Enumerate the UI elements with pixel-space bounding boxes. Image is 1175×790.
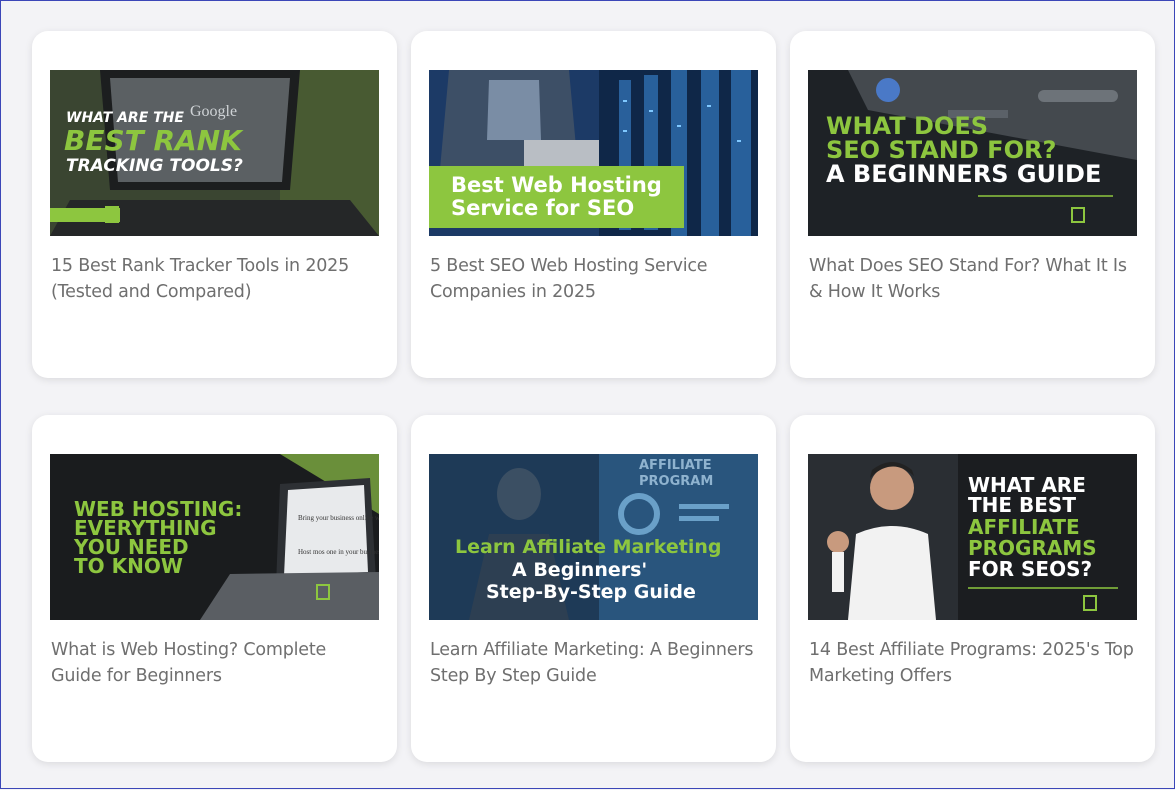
rank-tracker-thumbnail-image: Google WHAT ARE THE BEST RANK TRACKING T… (50, 70, 379, 236)
thumb-heading-line: TO KNOW (74, 554, 183, 578)
article-card[interactable]: WHAT ARE THE BEST AFFILIATE PROGRAMS FOR… (790, 415, 1155, 762)
article-thumbnail[interactable]: Google WHAT ARE THE BEST RANK TRACKING T… (50, 70, 379, 236)
article-card[interactable]: Best Web Hosting Service for SEO 5 Best … (411, 31, 776, 378)
thumb-background-text: AFFILIATE (639, 458, 712, 473)
affiliate-programs-thumbnail-image: WHAT ARE THE BEST AFFILIATE PROGRAMS FOR… (808, 454, 1137, 620)
article-card[interactable]: Google WHAT ARE THE BEST RANK TRACKING T… (32, 31, 397, 378)
article-title[interactable]: 5 Best SEO Web Hosting Service Companies… (430, 253, 760, 305)
thumb-heading-line: THE BEST (968, 493, 1076, 517)
learn-affiliate-marketing-thumbnail-image: AFFILIATE PROGRAM Learn Affiliate Market… (429, 454, 758, 620)
article-thumbnail[interactable]: AFFILIATE PROGRAM Learn Affiliate Market… (429, 454, 758, 620)
thumb-heading-line: Learn Affiliate Marketing (455, 536, 721, 558)
thumb-heading-line: FOR SEOS? (968, 557, 1092, 581)
article-thumbnail[interactable]: WHAT DOES SEO STAND FOR? A BEGINNERS GUI… (808, 70, 1137, 236)
thumb-heading-line: Service for SEO (451, 196, 634, 220)
article-card[interactable]: WHAT DOES SEO STAND FOR? A BEGINNERS GUI… (790, 31, 1155, 378)
article-title[interactable]: Learn Affiliate Marketing: A Beginners S… (430, 637, 760, 689)
seo-stand-for-thumbnail-image: WHAT DOES SEO STAND FOR? A BEGINNERS GUI… (808, 70, 1137, 236)
thumb-screen-text: Host mos one in your business (298, 548, 379, 556)
article-grid: Google WHAT ARE THE BEST RANK TRACKING T… (1, 1, 1175, 790)
article-title[interactable]: What is Web Hosting? Complete Guide for … (51, 637, 381, 689)
article-thumbnail[interactable]: WHAT ARE THE BEST AFFILIATE PROGRAMS FOR… (808, 454, 1137, 620)
article-title[interactable]: 15 Best Rank Tracker Tools in 2025 (Test… (51, 253, 381, 305)
thumb-heading-line: BEST RANK (64, 124, 244, 157)
article-card[interactable]: Bring your business online with a custom… (32, 415, 397, 762)
thumb-heading-line: Step-By-Step Guide (486, 581, 696, 603)
article-title[interactable]: What Does SEO Stand For? What It Is & Ho… (809, 253, 1139, 305)
thumb-heading-line: A BEGINNERS GUIDE (826, 160, 1101, 188)
thumb-background-text: PROGRAM (639, 474, 713, 489)
thumb-heading-line: Best Web Hosting (451, 173, 662, 197)
thumb-logo-text: Google (190, 103, 237, 120)
article-thumbnail[interactable]: Bring your business online with a custom… (50, 454, 379, 620)
thumb-heading-line: A Beginners' (512, 559, 647, 581)
web-hosting-guide-thumbnail-image: Bring your business online with a custom… (50, 454, 379, 620)
article-thumbnail[interactable]: Best Web Hosting Service for SEO (429, 70, 758, 236)
web-hosting-seo-thumbnail-image: Best Web Hosting Service for SEO (429, 70, 758, 236)
thumb-screen-text: Bring your business online with a custom (298, 514, 379, 522)
article-card[interactable]: AFFILIATE PROGRAM Learn Affiliate Market… (411, 415, 776, 762)
thumb-heading-line: TRACKING TOOLS? (66, 156, 243, 176)
article-title[interactable]: 14 Best Affiliate Programs: 2025's Top M… (809, 637, 1139, 689)
